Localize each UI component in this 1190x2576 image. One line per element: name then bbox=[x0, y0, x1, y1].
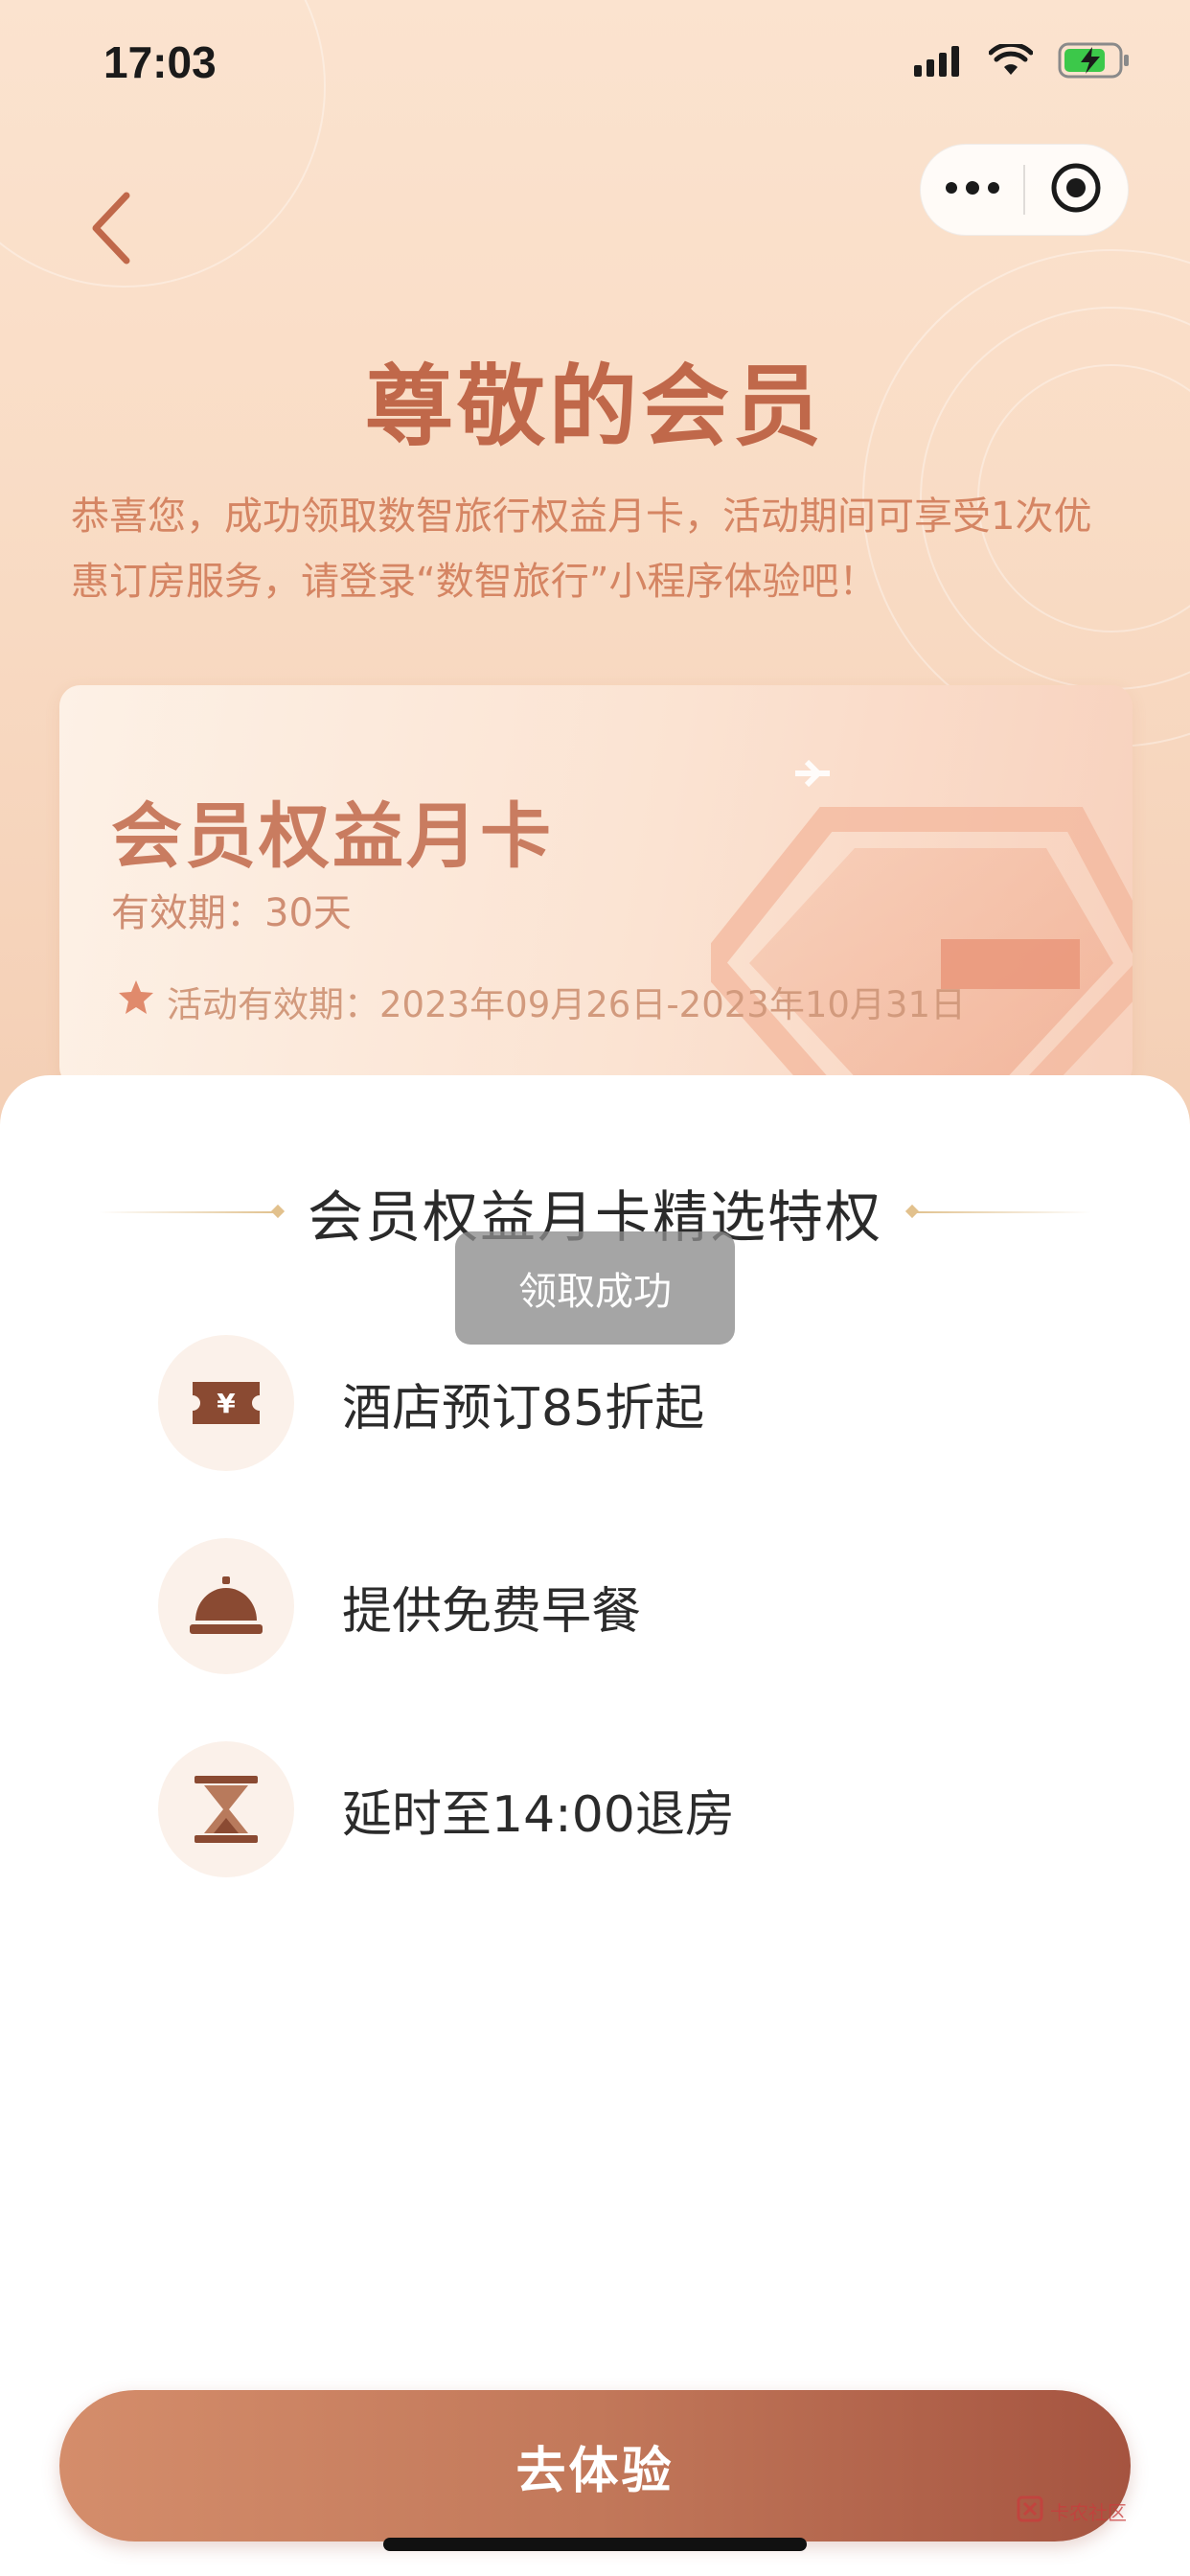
chevron-left-icon bbox=[88, 192, 132, 268]
target-circle-icon bbox=[1050, 162, 1102, 218]
benefit-label: 提供免费早餐 bbox=[342, 1582, 642, 1641]
watermark: 卡农社区 bbox=[1016, 2492, 1127, 2530]
diamond-decoration-icon bbox=[711, 759, 1133, 1088]
status-time: 17:03 bbox=[103, 37, 217, 87]
home-indicator bbox=[383, 2538, 807, 2551]
watermark-logo-icon bbox=[1016, 2495, 1044, 2528]
hourglass-icon bbox=[158, 1741, 294, 1877]
benefit-item: ¥ 酒店预订85折起 bbox=[158, 1334, 1020, 1472]
mini-program-capsule bbox=[920, 144, 1129, 236]
more-button[interactable] bbox=[921, 144, 1023, 236]
benefit-label: 酒店预订85折起 bbox=[342, 1379, 705, 1438]
back-button[interactable] bbox=[77, 182, 144, 278]
watermark-text: 卡农社区 bbox=[1050, 2500, 1127, 2524]
try-now-button[interactable]: 去体验 bbox=[59, 2390, 1131, 2542]
wifi-icon bbox=[988, 41, 1034, 80]
toast-message: 领取成功 bbox=[455, 1231, 735, 1345]
decor-line-right bbox=[909, 1211, 1091, 1213]
close-mini-program-button[interactable] bbox=[1025, 144, 1128, 236]
yuan-ticket-icon: ¥ bbox=[158, 1335, 294, 1471]
card-title: 会员权益月卡 bbox=[111, 795, 554, 878]
intro-text: 恭喜您，成功领取数智旅行权益月卡，活动期间可享受1次优惠订房服务，请登录“数智旅… bbox=[71, 494, 1092, 604]
svg-text:¥: ¥ bbox=[217, 1388, 236, 1419]
service-bell-icon bbox=[158, 1538, 294, 1674]
membership-card: 会员权益月卡 有效期：30天 活动有效期：2023年09月26日-2023年10… bbox=[59, 685, 1133, 1088]
benefit-item: 延时至14:00退房 bbox=[158, 1740, 1020, 1878]
more-dots-icon bbox=[944, 180, 1001, 199]
benefit-item: 提供免费早餐 bbox=[158, 1537, 1020, 1675]
battery-charging-icon bbox=[1058, 42, 1131, 82]
card-validity: 有效期：30天 bbox=[111, 891, 352, 935]
star-icon bbox=[117, 978, 155, 1025]
page-title: 尊敬的会员 bbox=[364, 356, 825, 458]
activity-period-text: 活动有效期：2023年09月26日-2023年10月31日 bbox=[167, 984, 966, 1025]
status-icons bbox=[914, 41, 1131, 82]
decor-line-left bbox=[98, 1211, 281, 1213]
status-bar: 17:03 bbox=[0, 0, 1190, 125]
activity-period: 活动有效期：2023年09月26日-2023年10月31日 bbox=[117, 973, 966, 1030]
cellular-signal-icon bbox=[914, 44, 964, 80]
benefit-label: 延时至14:00退房 bbox=[342, 1785, 735, 1844]
